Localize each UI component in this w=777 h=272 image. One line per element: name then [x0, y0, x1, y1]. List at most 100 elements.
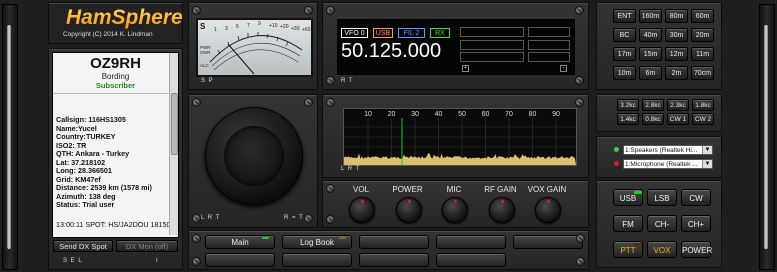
band-button-11m[interactable]: 11m: [691, 47, 714, 61]
bottom-button-main[interactable]: Main: [205, 235, 275, 249]
spectrum-tick-label: 10: [364, 111, 372, 118]
filter-button[interactable]: CW 1: [667, 113, 689, 125]
band-button-6m[interactable]: 6m: [639, 66, 662, 80]
vox-button[interactable]: VOX: [647, 241, 677, 258]
bottom-button-empty[interactable]: [436, 253, 506, 267]
band-button-60m[interactable]: 60m: [691, 9, 714, 23]
station-info: Callsign: 116HS1305 Name:Yucel Country:TUR…: [56, 115, 166, 210]
mode-led: [634, 243, 642, 246]
knob-label: VOL: [352, 185, 369, 194]
speaker-led: [614, 147, 619, 152]
dx-monitor-button[interactable]: DX Mon (off): [116, 240, 178, 252]
spectrum-tick-label: 80: [529, 111, 537, 118]
band-button-20m[interactable]: 20m: [691, 28, 714, 42]
meter-s-label: S: [200, 22, 206, 31]
logo-panel: HamSphere Copyright (C) 2014 K. Lindman: [48, 2, 183, 44]
band-button-ent[interactable]: ENT: [613, 9, 636, 23]
vfo-prev-icon[interactable]: +: [462, 65, 469, 72]
mode-usb-tab[interactable]: USB: [373, 28, 393, 38]
band-button-2m[interactable]: 2m: [665, 66, 688, 80]
rx-tab[interactable]: RX: [430, 28, 450, 38]
side-tag: I: [156, 258, 159, 264]
cw-button[interactable]: CW: [681, 189, 711, 206]
ch-minus-button[interactable]: CH-: [647, 215, 677, 232]
filter-button[interactable]: 2.3kc: [667, 99, 689, 111]
band-button-70cm[interactable]: 70cm: [691, 66, 714, 80]
vfo-select-tab[interactable]: VFO 0: [341, 28, 368, 38]
usb-button[interactable]: USB: [613, 189, 643, 206]
screw-icon: [192, 234, 201, 243]
filter-button[interactable]: 2.8kc: [642, 99, 664, 111]
frequency-display[interactable]: 50.125.000: [341, 40, 441, 63]
meter-scale-label: +60: [302, 27, 311, 33]
profile-panel: OZ9RH Bording Subscriber Callsign: 116HS…: [48, 48, 183, 270]
meter-scale-label: 9: [258, 21, 261, 27]
screw-icon: [576, 234, 585, 243]
lsb-button[interactable]: LSB: [647, 189, 677, 206]
band-button-bc[interactable]: BC: [613, 28, 636, 42]
bottom-button-log-book[interactable]: Log Book: [282, 235, 352, 249]
spectrum-panel: 10 20 30 40 50 60 70 80 90 L R T: [322, 94, 589, 178]
bottom-button-empty[interactable]: [282, 253, 352, 267]
callsign-title: OZ9RH: [90, 55, 141, 72]
fm-button[interactable]: FM: [613, 215, 643, 232]
bottom-button-empty[interactable]: [359, 253, 429, 267]
scrollbar[interactable]: [169, 53, 178, 235]
band-button-12m[interactable]: 12m: [665, 47, 688, 61]
rf-gain-knob[interactable]: [488, 197, 515, 223]
band-panel: ENT 160m 80m 60m BC 40m 30m 20m 17m 15m 12m 11m 10m 6…: [596, 2, 722, 90]
spectrum-tick-label: 50: [458, 111, 466, 118]
spectrum-tick-label: 20: [388, 111, 396, 118]
band-button-160m[interactable]: 160m: [639, 9, 662, 23]
ptt-button[interactable]: PTT: [613, 241, 643, 258]
band-button-30m[interactable]: 30m: [665, 28, 688, 42]
bottom-button-empty[interactable]: [436, 235, 506, 249]
vol-knob[interactable]: [349, 197, 375, 223]
spectrum-tick-label: 70: [505, 111, 513, 118]
mic-led: [614, 161, 619, 166]
s-meter: 1 3 5 7 9 +10 +20 +30 +60 S PWR SWR ALC: [196, 18, 313, 77]
power-knob[interactable]: [395, 197, 422, 223]
ch-minusplus-button[interactable]: CH+: [681, 215, 711, 232]
vfo-next-icon[interactable]: -: [560, 65, 567, 72]
vox-gain-knob[interactable]: [535, 197, 561, 223]
mode-led: [634, 191, 642, 194]
audio-panel: 1:Speakers (Realtek Hi... ▼ 1:Microphone…: [596, 136, 722, 178]
filter-button[interactable]: 3.2kc: [617, 99, 639, 111]
spectrum-display[interactable]: 10 20 30 40 50 60 70 80 90: [343, 108, 577, 166]
speaker-dropdown-icon[interactable]: ▼: [702, 146, 712, 154]
meter-panel: 1 3 5 7 9 +10 +20 +30 +60 S PWR SWR ALC S P: [188, 2, 318, 90]
dial-panel: L R T R = T: [188, 94, 318, 228]
power-button[interactable]: POWER: [681, 241, 712, 258]
band-button-10m[interactable]: 10m: [613, 66, 636, 80]
bottom-button-empty[interactable]: [359, 235, 429, 249]
knob-panel: VOL POWER MIC RF GAIN VOX GAIN: [322, 180, 589, 228]
send-dx-spot-button[interactable]: Send DX Spot: [53, 240, 113, 252]
band-button-40m[interactable]: 40m: [639, 28, 662, 42]
button-led: [262, 237, 269, 239]
bottom-button-empty[interactable]: [205, 253, 275, 267]
rt-tag: R T: [341, 78, 354, 84]
band-button-17m[interactable]: 17m: [613, 47, 636, 61]
speaker-select[interactable]: 1:Speakers (Realtek Hi... ▼: [623, 145, 713, 155]
bottom-button-empty[interactable]: [513, 235, 583, 249]
meter-scale-label: 5: [236, 24, 239, 30]
band-button-80m[interactable]: 80m: [665, 9, 688, 23]
filter-panel: 3.2kc 2.8kc 2.3kc 1.8kc 1.4kc 0.8kc CW 1 CW 2: [596, 94, 722, 132]
mic-select[interactable]: 1:Microphone (Realtek ... ▼: [623, 159, 713, 169]
filter-button[interactable]: CW 2: [692, 113, 714, 125]
mic-knob[interactable]: [442, 197, 468, 223]
left-rail: [2, 4, 18, 270]
lrt-tag-2: L R T: [341, 166, 361, 172]
mic-dropdown-icon[interactable]: ▼: [702, 160, 712, 168]
screw-icon: [326, 215, 335, 224]
tuning-dial[interactable]: [205, 107, 303, 205]
filter-button[interactable]: 1.4kc: [617, 113, 639, 125]
meter-scale-label: +20: [280, 24, 289, 30]
filter-button[interactable]: 0.8kc: [642, 113, 664, 125]
spot-line: 13:00:11 SPOT: HS/JA2DOU 18150: [56, 220, 171, 229]
filter-tab[interactable]: FIL 2: [398, 28, 425, 38]
lrt-tag: L R T: [201, 215, 221, 221]
band-button-15m[interactable]: 15m: [639, 47, 662, 61]
filter-button[interactable]: 1.8kc: [692, 99, 714, 111]
